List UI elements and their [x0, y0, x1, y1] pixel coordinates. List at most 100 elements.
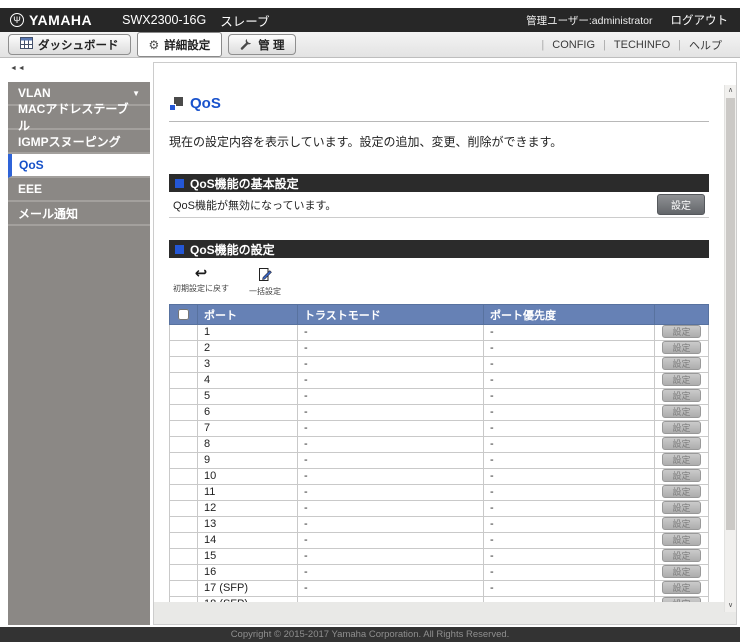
row-settings-button[interactable]: 設定 — [662, 341, 701, 354]
tab-advanced-settings[interactable]: ⚙ 詳細設定 — [136, 32, 223, 57]
row-settings-button[interactable]: 設定 — [662, 581, 701, 594]
section-title: QoS機能の基本設定 — [190, 176, 299, 191]
row-settings-button[interactable]: 設定 — [662, 421, 701, 434]
column-header-actions — [654, 304, 709, 325]
panel-bottom-strip — [154, 602, 736, 624]
row-select-cell — [169, 484, 198, 501]
page-title-icon — [169, 96, 183, 111]
scroll-thumb[interactable] — [726, 98, 735, 531]
table-row: 10 - - 設定 — [169, 468, 709, 485]
sidebar-item-mac-address-table[interactable]: MACアドレステーブル — [8, 102, 150, 133]
table-row: 18 (SFP) - - 設定 — [169, 596, 709, 602]
table-row: 17 (SFP) - - 設定 — [169, 580, 709, 597]
link-help[interactable]: ヘルプ — [681, 37, 730, 53]
trust-mode-cell: - — [297, 372, 484, 389]
gear-icon: ⚙ — [148, 37, 160, 52]
sidebar-item-label: QoS — [19, 158, 44, 172]
row-settings-button[interactable]: 設定 — [662, 485, 701, 498]
trust-mode-cell: - — [297, 500, 484, 517]
sidebar-item-label: EEE — [18, 182, 43, 196]
link-techinfo[interactable]: TECHINFO — [606, 39, 678, 51]
scroll-down-icon[interactable]: ∨ — [725, 600, 736, 612]
link-config[interactable]: CONFIG — [544, 39, 603, 51]
table-row: 11 - - 設定 — [169, 484, 709, 501]
row-select-cell — [169, 596, 198, 602]
port-cell: 15 — [197, 548, 298, 565]
sidebar-item-eee[interactable]: EEE — [8, 178, 150, 202]
table-row: 14 - - 設定 — [169, 532, 709, 549]
table-row: 1 - - 設定 — [169, 324, 709, 341]
row-settings-button[interactable]: 設定 — [662, 469, 701, 482]
admin-user-label: 管理ユーザー:administrator — [526, 14, 653, 27]
column-header-port: ポート — [197, 304, 298, 325]
tool-label: 初期設定に戻す — [173, 284, 229, 293]
logout-link[interactable]: ログアウト — [671, 12, 729, 28]
footer: Copyright © 2015-2017 Yamaha Corporation… — [0, 627, 740, 642]
row-settings-button[interactable]: 設定 — [662, 437, 701, 450]
row-settings-button[interactable]: 設定 — [662, 565, 701, 578]
row-select-cell — [169, 468, 198, 485]
scroll-up-icon[interactable]: ∧ — [725, 85, 736, 97]
sidebar-collapse-button[interactable]: ◄◄ — [10, 65, 26, 72]
row-settings-button[interactable]: 設定 — [662, 517, 701, 530]
dashboard-icon — [20, 37, 33, 52]
tab-label: ダッシュボード — [38, 39, 119, 52]
tab-label: 管 理 — [258, 39, 285, 52]
column-header-priority: ポート優先度 — [483, 304, 655, 325]
row-settings-button[interactable]: 設定 — [662, 373, 701, 386]
bulk-configure-button[interactable]: 一括設定 — [249, 267, 281, 297]
row-select-cell — [169, 436, 198, 453]
priority-cell: - — [483, 516, 655, 533]
port-cell: 7 — [197, 420, 298, 437]
priority-cell: - — [483, 548, 655, 565]
device-model: SWX2300-16G — [122, 13, 207, 27]
trust-mode-cell: - — [297, 596, 484, 602]
page-title: QoS — [190, 95, 221, 112]
section-title: QoS機能の設定 — [190, 242, 275, 257]
port-cell: 16 — [197, 564, 298, 581]
row-select-cell — [169, 564, 198, 581]
port-cell: 17 (SFP) — [197, 580, 298, 597]
row-settings-button[interactable]: 設定 — [662, 597, 701, 602]
row-select-cell — [169, 532, 198, 549]
row-select-cell — [169, 340, 198, 357]
sidebar-item-label: MACアドレステーブル — [18, 102, 129, 133]
row-select-cell — [169, 516, 198, 533]
row-settings-button[interactable]: 設定 — [662, 549, 701, 562]
trust-mode-cell: - — [297, 340, 484, 357]
qos-status-text: QoS機能が無効になっています。 — [173, 199, 337, 212]
row-settings-button[interactable]: 設定 — [662, 325, 701, 338]
restore-defaults-button[interactable]: ↩ 初期設定に戻す — [173, 266, 229, 297]
row-settings-button[interactable]: 設定 — [662, 389, 701, 402]
basic-settings-button[interactable]: 設定 — [657, 194, 705, 215]
row-settings-button[interactable]: 設定 — [662, 357, 701, 370]
row-settings-button[interactable]: 設定 — [662, 405, 701, 418]
brand-name: YAMAHA — [29, 12, 93, 28]
table-row: 8 - - 設定 — [169, 436, 709, 453]
section-bullet-icon — [175, 244, 184, 254]
tab-dashboard[interactable]: ダッシュボード — [8, 34, 131, 55]
row-settings-button[interactable]: 設定 — [662, 453, 701, 466]
priority-cell: - — [483, 404, 655, 421]
row-settings-button[interactable]: 設定 — [662, 501, 701, 514]
priority-cell: - — [483, 388, 655, 405]
row-select-cell — [169, 500, 198, 517]
table-row: 4 - - 設定 — [169, 372, 709, 389]
port-cell: 4 — [197, 372, 298, 389]
port-cell: 10 — [197, 468, 298, 485]
priority-cell: - — [483, 580, 655, 597]
priority-cell: - — [483, 452, 655, 469]
tool-label: 一括設定 — [249, 287, 281, 296]
scrollbar[interactable]: ∧ ∨ — [724, 85, 736, 612]
sidebar-item-qos[interactable]: QoS — [8, 154, 150, 178]
column-header-trust-mode: トラストモード — [297, 304, 484, 325]
tab-management[interactable]: 管 理 — [228, 34, 297, 55]
table-row: 9 - - 設定 — [169, 452, 709, 469]
row-settings-button[interactable]: 設定 — [662, 533, 701, 546]
trust-mode-cell: - — [297, 532, 484, 549]
trust-mode-cell: - — [297, 516, 484, 533]
select-all-checkbox[interactable] — [178, 309, 189, 321]
sidebar-item-mail-notification[interactable]: メール通知 — [8, 202, 150, 226]
qos-page: QoS 現在の設定内容を表示しています。設定の追加、変更、削除ができます。 Qo… — [154, 63, 723, 602]
yamaha-logo-icon: Ψ — [10, 13, 24, 27]
